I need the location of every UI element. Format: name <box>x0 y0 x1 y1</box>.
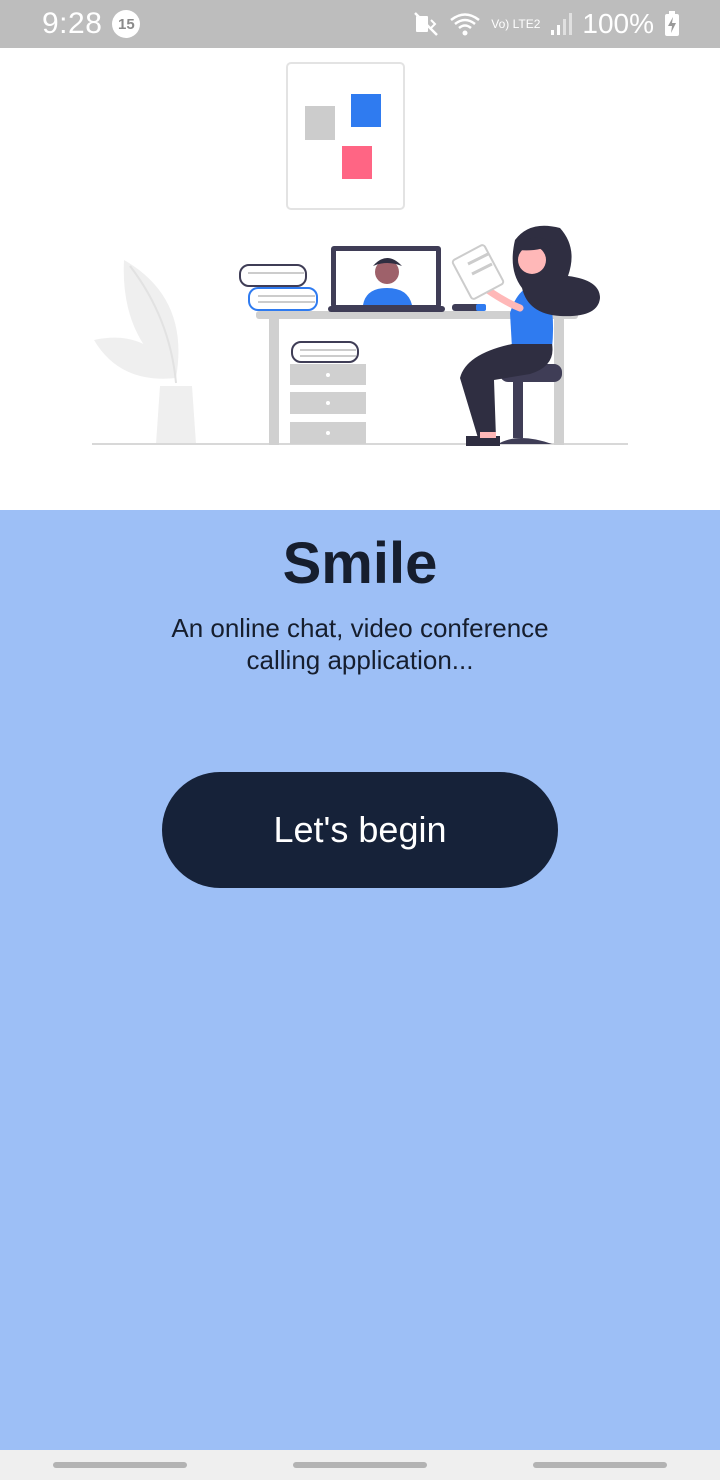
intro-panel: Smile An online chat, video conference c… <box>0 510 720 1450</box>
hero-illustration <box>0 48 720 510</box>
status-right: Vo) LTE2 100% <box>413 8 680 40</box>
wifi-icon <box>449 11 481 37</box>
woman-reading-image <box>451 225 600 446</box>
home-button[interactable] <box>293 1462 427 1468</box>
book-stack-small <box>291 341 359 363</box>
wall-frame-image <box>286 62 405 210</box>
notification-count-badge: 15 <box>112 10 141 38</box>
app-tagline: An online chat, video conference calling… <box>171 613 549 675</box>
signal-icon <box>550 12 573 36</box>
app-title: Smile <box>282 531 438 596</box>
status-time: 9:28 <box>42 7 103 40</box>
battery-charging-icon <box>664 11 680 37</box>
laptop-video-call-image <box>328 246 445 312</box>
welcome-screen: 9:28 15 Vo) LTE2 100% Smile An online ch… <box>0 0 720 1480</box>
status-left: 9:28 15 <box>42 7 141 41</box>
book-stack <box>239 264 318 311</box>
recent-apps-button[interactable] <box>53 1462 187 1468</box>
mute-icon <box>413 11 439 37</box>
lets-begin-button[interactable]: Let's begin <box>162 772 558 888</box>
plant-image <box>94 260 196 444</box>
navigation-bar <box>0 1450 720 1480</box>
battery-percentage: 100% <box>582 8 654 39</box>
volte-indicator: Vo) LTE2 <box>491 17 541 31</box>
back-button[interactable] <box>533 1462 667 1468</box>
status-bar: 9:28 15 Vo) LTE2 100% <box>0 0 720 48</box>
